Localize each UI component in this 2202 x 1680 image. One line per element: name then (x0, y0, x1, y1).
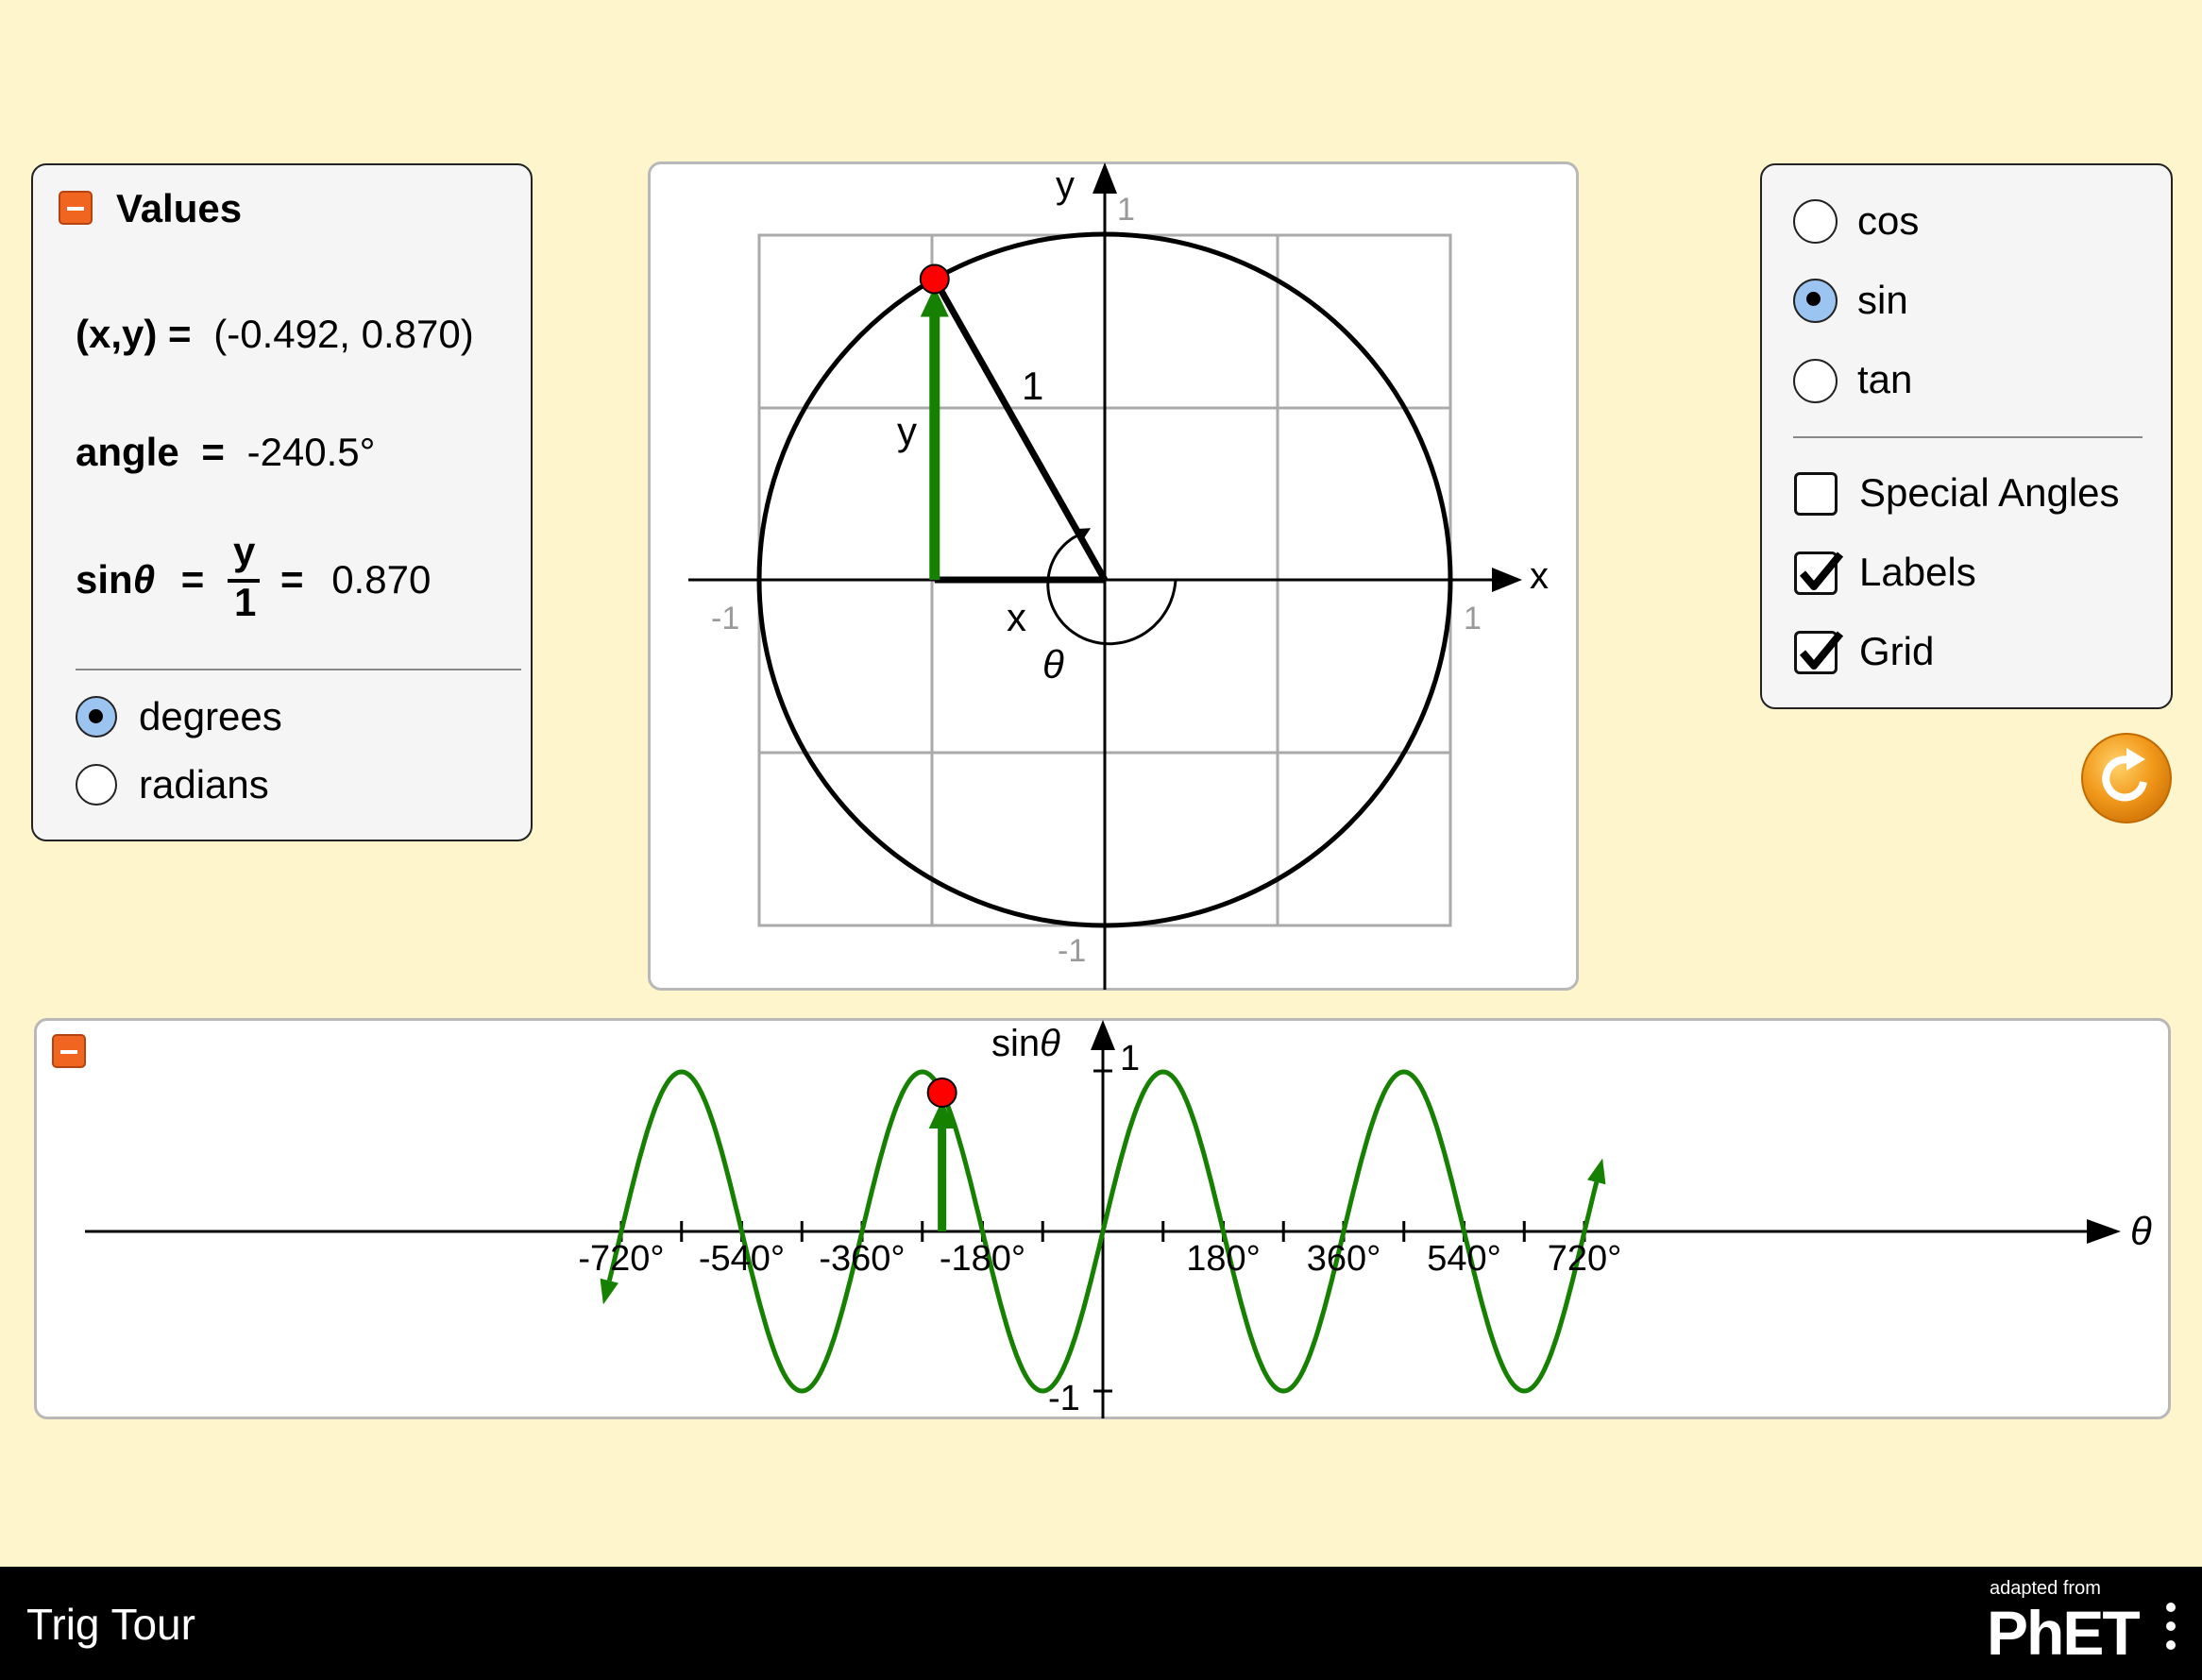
grid-check-icon (1799, 631, 1844, 670)
tick-label-neg-x: -1 (711, 601, 740, 636)
labels-checkbox[interactable] (1794, 552, 1844, 595)
degrees-label[interactable]: degrees (139, 694, 282, 739)
angle-value: -240.5° (246, 430, 376, 474)
phet-logo[interactable]: PhET (1987, 1597, 2141, 1669)
graph-y-title: sinθ (991, 1023, 1060, 1064)
x-tick-label: 720° (1547, 1239, 1622, 1279)
values-divider (76, 669, 521, 670)
sin-radio[interactable] (1793, 279, 1838, 323)
unit-circle-panel (648, 161, 1579, 991)
navigation-bar: Trig Tour adapted from PhET (0, 1567, 2202, 1680)
options-panel: cos sin tan Special Angles Labels Grid (1760, 163, 2173, 709)
labels-label[interactable]: Labels (1859, 550, 1976, 595)
tick-label-neg-y: -1 (1058, 933, 1087, 969)
tan-radio[interactable] (1793, 359, 1838, 403)
theta-label: θ (1042, 642, 1064, 687)
graph-x-axis-symbol: θ (2130, 1209, 2152, 1253)
x-tick-label: -360° (819, 1239, 906, 1279)
cos-radio[interactable] (1793, 199, 1838, 244)
trig-value: 0.870 (331, 557, 432, 602)
tick-label-pos-x: 1 (1464, 601, 1482, 636)
values-collapse-button[interactable] (59, 191, 93, 225)
x-axis-label: x (1530, 555, 1549, 597)
tan-label[interactable]: tan (1857, 357, 1912, 402)
special-angles-label[interactable]: Special Angles (1859, 470, 2120, 516)
tick-label-pos-y: 1 (1117, 192, 1135, 228)
special-angles-checkbox[interactable] (1794, 472, 1838, 516)
xy-label: (x,y) = (76, 312, 192, 356)
angle-drag-point[interactable] (919, 263, 950, 295)
options-divider (1793, 436, 2143, 438)
angle-readout: angle = -240.5° (76, 430, 375, 475)
y-leg-label: y (897, 409, 917, 453)
graph-y-tick-top-label: 1 (1120, 1039, 1141, 1078)
labels-check-icon (1799, 552, 1844, 590)
graph-collapse-button[interactable] (52, 1034, 86, 1068)
x-tick-label: -540° (698, 1239, 786, 1279)
x-tick-label: 540° (1427, 1239, 1501, 1279)
graph-y-tick-bottom-label: -1 (1048, 1379, 1080, 1418)
trig-function-label: sin (76, 557, 133, 602)
trig-equals-2: = (280, 557, 304, 602)
sim-title: Trig Tour (26, 1600, 195, 1649)
x-tick-label: -180° (939, 1239, 1026, 1279)
trig-fraction: y 1 (228, 529, 262, 631)
values-panel-title: Values (116, 186, 243, 230)
trig-readout: sinθ = (76, 557, 204, 602)
angle-label: angle (76, 430, 179, 474)
x-tick-label: 180° (1186, 1239, 1261, 1279)
fraction-denominator: 1 (234, 580, 257, 624)
x-leg-label: x (1007, 595, 1026, 639)
xy-value: (-0.492, 0.870) (213, 312, 474, 356)
degrees-radio[interactable] (76, 696, 117, 738)
values-panel: Values (x,y) = (-0.492, 0.870) angle = -… (31, 163, 533, 841)
hypotenuse-label: 1 (1022, 364, 1044, 408)
radians-label[interactable]: radians (139, 762, 269, 807)
fraction-numerator: y (233, 529, 256, 573)
reset-all-button[interactable] (2079, 731, 2174, 825)
grid-checkbox[interactable] (1794, 631, 1844, 674)
graph-drag-point[interactable] (926, 1077, 957, 1108)
grid-label[interactable]: Grid (1859, 629, 1934, 674)
angle-equals: = (201, 430, 225, 474)
graph-panel (34, 1018, 2171, 1419)
radians-radio[interactable] (76, 764, 117, 806)
trig-result: = 0.870 (280, 557, 431, 602)
cos-label[interactable]: cos (1857, 198, 1919, 244)
x-tick-label: -720° (578, 1239, 665, 1279)
sin-label[interactable]: sin (1857, 278, 1908, 323)
trig-equals-1: = (180, 557, 205, 602)
menu-icon[interactable] (2164, 1597, 2177, 1657)
y-axis-label: y (1056, 164, 1075, 206)
x-tick-label: 360° (1306, 1239, 1381, 1279)
xy-readout: (x,y) = (-0.492, 0.870) (76, 312, 474, 357)
trig-theta-symbol: θ (132, 557, 156, 602)
